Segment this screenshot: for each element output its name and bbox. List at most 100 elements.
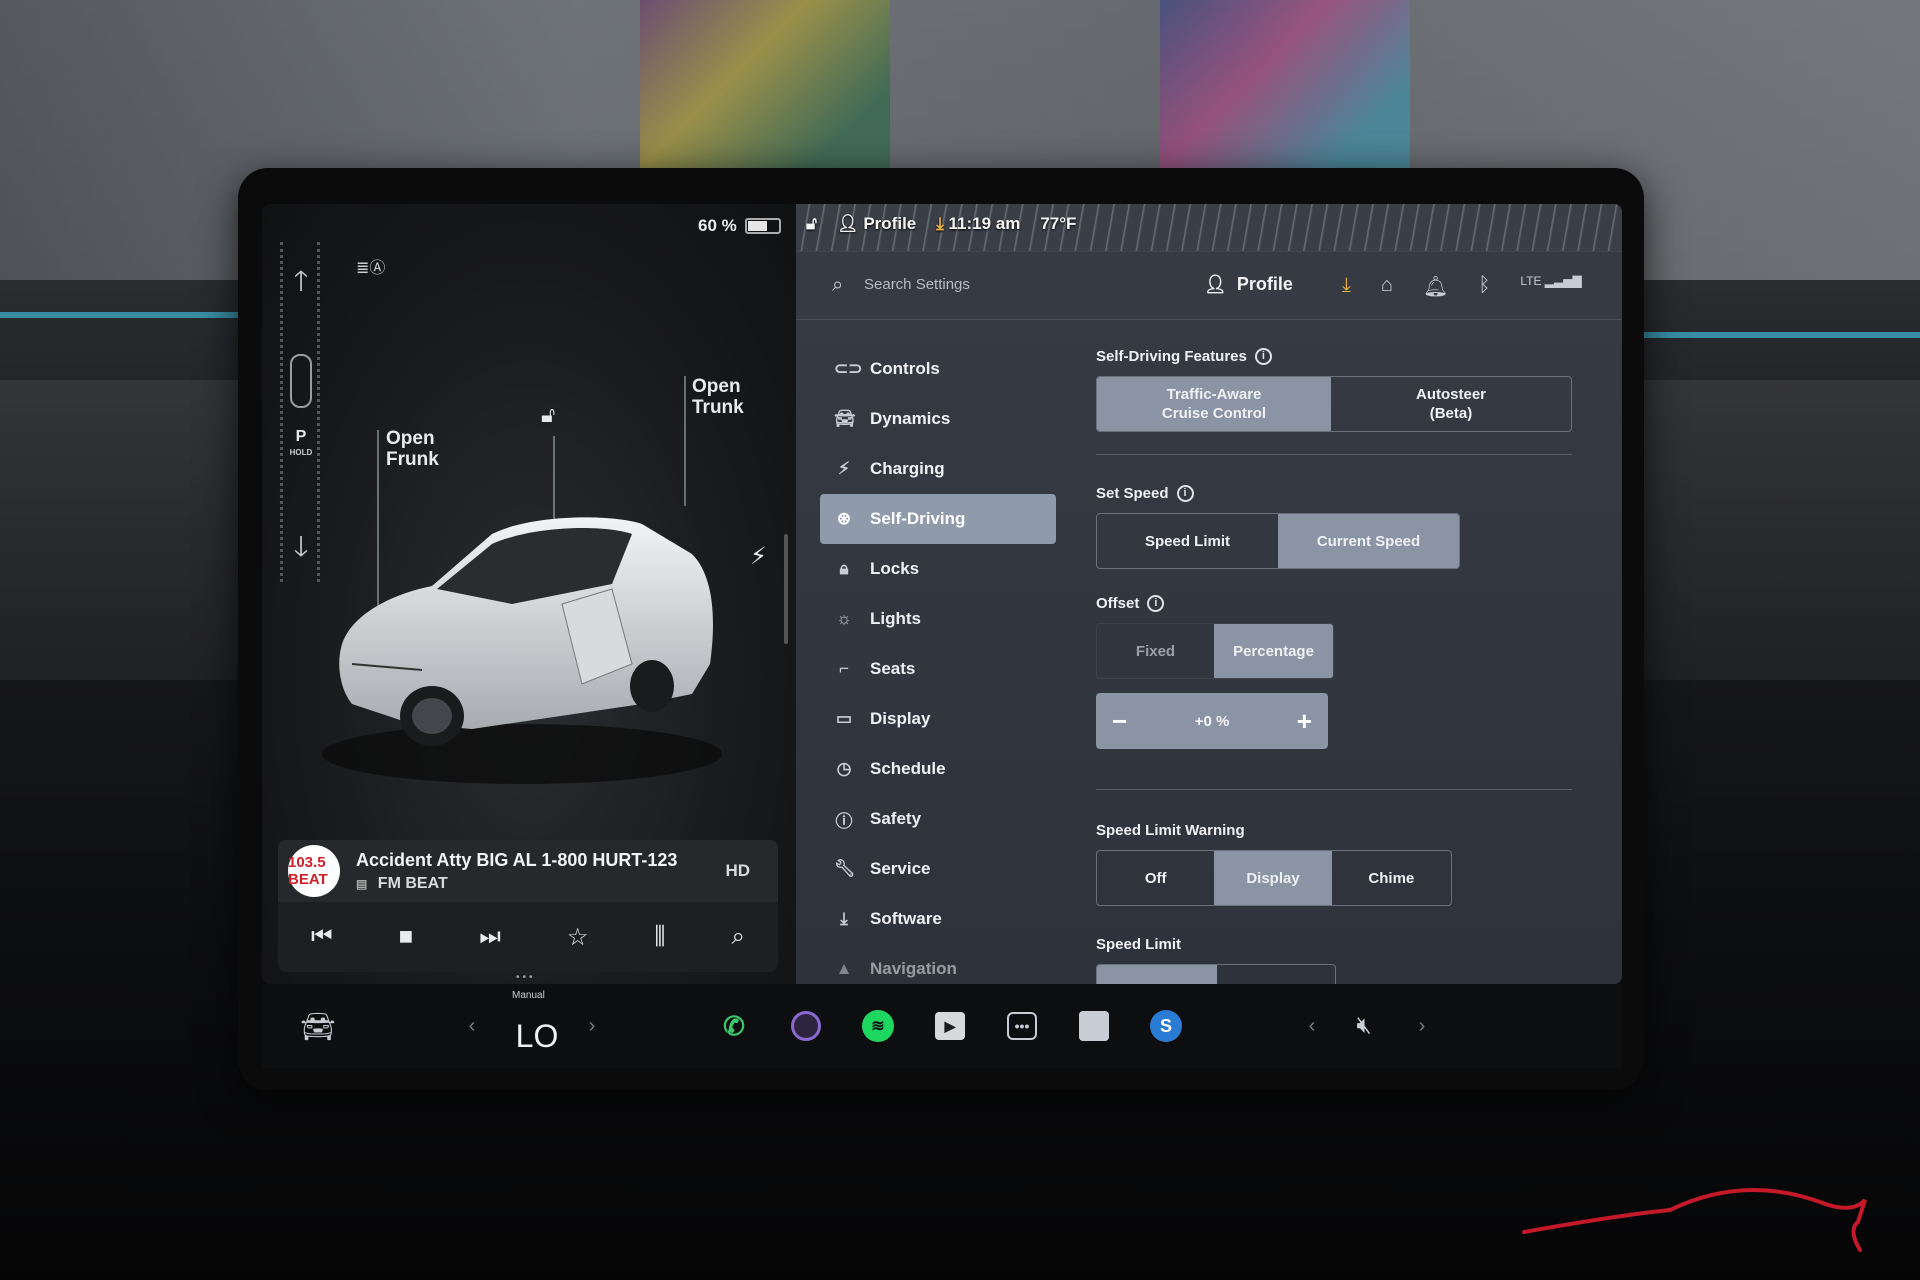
- seat-icon: ⌐: [839, 659, 849, 678]
- panel-scrollbar[interactable]: [784, 534, 788, 644]
- open-trunk-label: Trunk: [692, 397, 744, 418]
- temp-up-arrow-icon[interactable]: ›: [582, 984, 602, 1068]
- traffic-aware-cruise-button[interactable]: Traffic-Aware Cruise Control: [1097, 377, 1331, 431]
- speed-limit-button[interactable]: Speed Limit: [1097, 514, 1278, 568]
- nav-item-schedule[interactable]: ◷ Schedule: [820, 744, 1056, 794]
- offset-selector: Fixed Percentage: [1096, 623, 1334, 679]
- profile-button[interactable]: 👤︎ Profile: [1204, 274, 1293, 295]
- spotify-icon[interactable]: ≋: [858, 984, 898, 1068]
- nav-item-charging[interactable]: ⚡︎ Charging: [820, 444, 1056, 494]
- car-icon[interactable]: 🚘︎: [296, 984, 340, 1068]
- info-icon[interactable]: i: [1254, 347, 1272, 365]
- charge-port-icon[interactable]: ⚡︎: [750, 542, 767, 571]
- search-icon[interactable]: ⌕: [731, 923, 744, 951]
- song-title: Accident Atty BIG AL 1-800 HURT-123: [356, 849, 678, 870]
- steering-wheel-icon: ⊛: [836, 509, 852, 528]
- open-frunk-label: Open: [386, 428, 435, 449]
- volume-up-arrow-icon[interactable]: ›: [1412, 984, 1432, 1068]
- temp-down-arrow-icon[interactable]: ‹: [462, 984, 482, 1068]
- more-icon[interactable]: •••: [1002, 984, 1042, 1068]
- stop-icon[interactable]: ■: [399, 923, 414, 951]
- nav-item-locks[interactable]: 🔒︎ Locks: [820, 544, 1056, 594]
- previous-icon[interactable]: ⏮: [311, 923, 333, 951]
- info-icon[interactable]: i: [1147, 594, 1165, 612]
- climate-temp[interactable]: LO: [497, 994, 577, 1078]
- bluetooth-icon[interactable]: ᛒ: [1478, 274, 1490, 299]
- gear-up-arrow-icon[interactable]: 🡑: [286, 260, 316, 308]
- download-icon[interactable]: ⤓: [1342, 274, 1351, 299]
- nav-item-label: Locks: [870, 559, 920, 578]
- offset-stepper: − +0 % +: [1096, 693, 1328, 749]
- plus-icon[interactable]: +: [1297, 706, 1312, 737]
- current-speed-button[interactable]: Current Speed: [1278, 514, 1459, 568]
- nav-item-safety[interactable]: ⓘ Safety: [820, 794, 1056, 844]
- open-trunk-button[interactable]: Open Trunk: [692, 376, 744, 418]
- chime-button[interactable]: Chime: [1332, 851, 1451, 905]
- favorite-icon[interactable]: ☆: [567, 923, 589, 952]
- hd-radio-icon[interactable]: HD: [725, 861, 750, 881]
- self-driving-settings: Self-Driving Features i Traffic-Aware Cru…: [1096, 344, 1596, 984]
- nav-item-software[interactable]: ⤓ Software: [820, 894, 1056, 944]
- nav-item-navigation[interactable]: ▲ Navigation: [820, 944, 1056, 984]
- phone-icon[interactable]: ✆: [714, 984, 754, 1068]
- nav-item-service[interactable]: 🔧︎ Service: [820, 844, 1056, 894]
- nav-item-lights[interactable]: ☼ Lights: [820, 594, 1056, 644]
- touchscreen: 60 % ≣Ⓐ 🡑 P HOLD 🡓 Open Frunk Open Trunk…: [262, 204, 1622, 984]
- section-title: Speed Limit: [1096, 935, 1182, 953]
- auto-headlights-icon[interactable]: ≣Ⓐ: [356, 254, 388, 277]
- fixed-button[interactable]: Fixed: [1097, 624, 1214, 678]
- bolt-icon: ⚡︎: [838, 459, 850, 478]
- gear-indicator: P: [295, 428, 307, 445]
- volume-down-arrow-icon[interactable]: ‹: [1302, 984, 1322, 1068]
- siriusxm-icon[interactable]: S: [1146, 984, 1186, 1068]
- nav-item-label: Navigation: [870, 959, 957, 978]
- status-profile[interactable]: 👤︎ Profile: [837, 214, 916, 234]
- percentage-button[interactable]: Percentage: [1214, 624, 1333, 678]
- search-input[interactable]: [864, 276, 1124, 293]
- autosteer-button[interactable]: Autosteer (Beta): [1331, 377, 1571, 431]
- speed-limit-selector[interactable]: [1096, 964, 1336, 984]
- toybox-icon[interactable]: [1074, 984, 1114, 1068]
- battery-indicator: 60 %: [698, 216, 781, 236]
- minus-icon[interactable]: −: [1112, 706, 1127, 737]
- bell-icon[interactable]: 🔔︎: [1423, 274, 1448, 299]
- toggle-icon: ⊂⊃: [834, 359, 863, 378]
- display-button[interactable]: Display: [1214, 851, 1332, 905]
- nav-item-label: Charging: [870, 459, 945, 478]
- map-strip[interactable]: 🔓︎ 👤︎ Profile ⤓ 11:19 am 77°F: [796, 204, 1622, 252]
- open-frunk-button[interactable]: Open Frunk: [386, 428, 439, 470]
- gear-car-icon: [290, 354, 312, 408]
- sun-icon: ☼: [836, 609, 852, 628]
- nav-item-dynamics[interactable]: 🚘︎ Dynamics: [820, 394, 1056, 444]
- nav-item-self-driving[interactable]: ⊛ Self-Driving: [820, 494, 1056, 544]
- status-time: ⤓ 11:19 am: [936, 214, 1021, 233]
- search-icon: ⌕: [832, 274, 844, 296]
- lock-icon[interactable]: 🔓︎: [806, 214, 817, 234]
- media-controls: ⏮ ■ ⏭ ☆ ⫼ ⌕: [278, 902, 778, 972]
- nav-item-display[interactable]: ▭ Display: [820, 694, 1056, 744]
- profile-label: Profile: [1236, 274, 1293, 294]
- settings-panel: 🔓︎ 👤︎ Profile ⤓ 11:19 am 77°F ⌕ 👤︎ Profi…: [796, 204, 1622, 984]
- theater-icon[interactable]: ▶: [930, 984, 970, 1068]
- garage-icon[interactable]: ⌂: [1381, 274, 1393, 299]
- off-button[interactable]: Off: [1097, 851, 1214, 905]
- divider: [1096, 454, 1572, 455]
- open-frunk-label: Frunk: [386, 449, 439, 470]
- car-visualization-panel: 60 % ≣Ⓐ 🡑 P HOLD 🡓 Open Frunk Open Trunk…: [262, 204, 796, 984]
- next-icon[interactable]: ⏭: [479, 923, 501, 951]
- self-driving-features-selector: Traffic-Aware Cruise Control Autosteer (Be…: [1096, 376, 1572, 432]
- now-playing[interactable]: 103.5 BEAT Accident Atty BIG AL 1-800 HU…: [278, 840, 778, 902]
- download-icon: ⤓: [936, 214, 944, 233]
- gear-hold-label: HOLD: [289, 448, 313, 457]
- nav-item-seats[interactable]: ⌐ Seats: [820, 644, 1056, 694]
- info-icon[interactable]: i: [1176, 484, 1194, 502]
- nav-item-label: Dynamics: [870, 409, 951, 428]
- section-title: Set Speed i: [1096, 481, 1596, 505]
- clock-icon: ◷: [836, 759, 852, 778]
- mute-icon[interactable]: 🔇︎: [1342, 984, 1386, 1068]
- unlock-icon[interactable]: 🔓︎: [541, 402, 555, 428]
- equalizer-icon[interactable]: ⫼: [654, 923, 665, 951]
- nav-item-label: Safety: [870, 809, 922, 828]
- camera-icon[interactable]: [786, 984, 826, 1068]
- nav-item-controls[interactable]: ⊂⊃ Controls: [820, 344, 1056, 394]
